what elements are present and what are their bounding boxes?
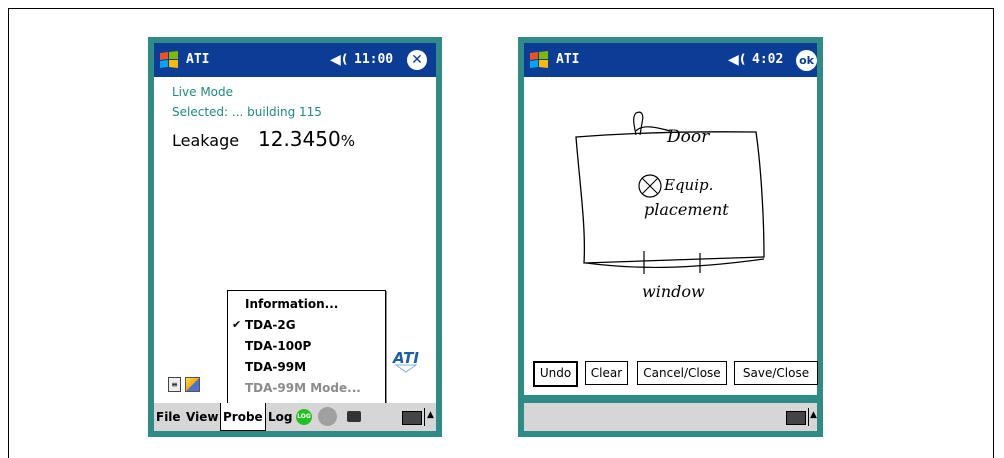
menu-item-label: TDA-100P bbox=[245, 339, 312, 353]
log-icon[interactable]: LOG bbox=[296, 409, 312, 425]
ink-door: Door bbox=[666, 127, 710, 147]
menu-item-tda-2g[interactable]: ✔ TDA-2G bbox=[228, 315, 385, 335]
door-arc bbox=[633, 111, 644, 136]
menu-item-label: TDA-99M bbox=[245, 360, 307, 374]
pocketpc-device-live-mode: ATI ◀ ( 11:00 ✕ Live Mode Selected: ... … bbox=[148, 37, 442, 437]
ink-equip: Equip. bbox=[663, 176, 713, 194]
menu-item-label: Information... bbox=[245, 297, 339, 311]
leakage-label: Leakage bbox=[172, 131, 240, 150]
speaker-waves-icon: ( bbox=[342, 52, 348, 66]
record-icon[interactable] bbox=[318, 407, 337, 426]
selected-label: Selected: ... building 115 bbox=[172, 105, 322, 119]
menu-item-label: TDA-99M Mode... bbox=[245, 381, 361, 395]
picture-icon[interactable] bbox=[185, 377, 200, 392]
keyboard-icon[interactable] bbox=[402, 411, 422, 425]
cancel-close-button[interactable]: Cancel/Close bbox=[637, 361, 727, 385]
ink-window: window bbox=[642, 282, 705, 301]
room-outline bbox=[575, 131, 765, 264]
undo-button[interactable]: Undo bbox=[533, 361, 578, 387]
leakage-unit: % bbox=[340, 132, 355, 150]
sip-arrow-icon[interactable]: ▲ bbox=[810, 410, 817, 420]
menu-item-label: TDA-2G bbox=[245, 318, 296, 332]
ok-icon[interactable]: ok bbox=[796, 50, 817, 71]
app-screen: Live Mode Selected: ... building 115 Lea… bbox=[154, 77, 436, 404]
mode-label: Live Mode bbox=[172, 85, 234, 99]
menu-probe[interactable]: Probe bbox=[220, 403, 266, 431]
save-close-button[interactable]: Save/Close bbox=[734, 361, 818, 385]
sip-arrow-icon[interactable]: ▲ bbox=[427, 410, 434, 420]
windows-logo-icon[interactable] bbox=[528, 50, 550, 70]
menu-view[interactable]: View bbox=[186, 403, 218, 431]
leakage-value: 12.3450% bbox=[258, 127, 355, 151]
title-bar: ATI ◀ ( 4:02 ok bbox=[524, 43, 817, 77]
ink-canvas[interactable]: Door Equip. placement window bbox=[524, 77, 817, 395]
clear-button[interactable]: Clear bbox=[585, 361, 628, 385]
close-icon[interactable]: ✕ bbox=[407, 50, 427, 70]
check-icon: ✔ bbox=[232, 318, 242, 331]
leakage-number: 12.3450 bbox=[258, 127, 341, 151]
menu-item-information[interactable]: Information... bbox=[228, 294, 385, 314]
ink-placement: placement bbox=[644, 200, 729, 219]
keyboard-separator bbox=[808, 408, 809, 426]
keyboard-separator bbox=[424, 408, 425, 426]
menu-item-tda-99m-mode: TDA-99M Mode... bbox=[228, 378, 385, 398]
notes-icon[interactable]: ≡ bbox=[168, 377, 181, 392]
clock[interactable]: 11:00 bbox=[354, 52, 393, 67]
pocketpc-device-ink: ATI ◀ ( 4:02 ok Door Equip. placement wi… bbox=[518, 37, 823, 437]
clock[interactable]: 4:02 bbox=[752, 52, 783, 67]
speaker-icon[interactable]: ◀ bbox=[728, 52, 739, 68]
ati-logo: ATI bbox=[392, 349, 419, 373]
ink-screen[interactable]: Door Equip. placement window bbox=[524, 77, 817, 395]
probe-menu: Information... ✔ TDA-2G TDA-100P TDA-99M … bbox=[227, 290, 386, 404]
menu-bar: ▲ bbox=[524, 403, 817, 431]
menu-item-tda-99m[interactable]: TDA-99M bbox=[228, 357, 385, 377]
menu-item-tda-100p[interactable]: TDA-100P bbox=[228, 336, 385, 356]
camera-icon[interactable] bbox=[347, 411, 361, 422]
app-title: ATI bbox=[556, 52, 580, 67]
title-bar: ATI ◀ ( 11:00 ✕ bbox=[154, 43, 436, 77]
windows-logo-icon[interactable] bbox=[158, 50, 180, 70]
menu-bar: File View Probe Log LOG ▲ bbox=[154, 403, 436, 431]
menu-log[interactable]: Log bbox=[268, 403, 292, 431]
speaker-waves-icon: ( bbox=[740, 52, 746, 66]
keyboard-icon[interactable] bbox=[786, 411, 806, 425]
speaker-icon[interactable]: ◀ bbox=[330, 52, 341, 68]
app-title: ATI bbox=[186, 52, 210, 67]
menu-file[interactable]: File bbox=[156, 403, 181, 431]
ati-logo-text: ATI bbox=[392, 349, 419, 367]
